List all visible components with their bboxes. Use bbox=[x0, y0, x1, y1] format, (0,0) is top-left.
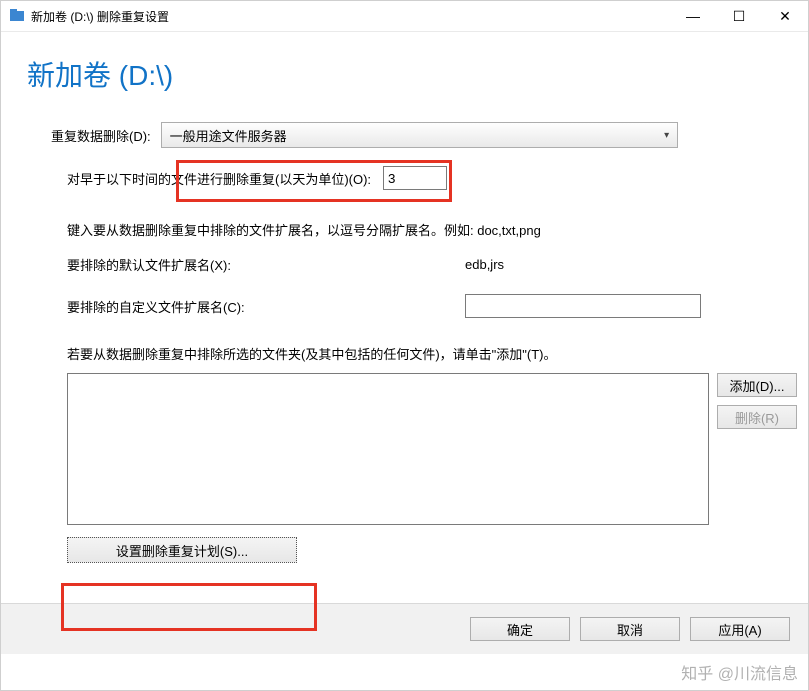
minimize-button[interactable]: — bbox=[670, 1, 716, 31]
default-ext-value: edb,jrs bbox=[465, 257, 504, 272]
maximize-button[interactable]: ☐ bbox=[716, 1, 762, 31]
remove-button: 删除(R) bbox=[717, 405, 797, 429]
cancel-button[interactable]: 取消 bbox=[580, 617, 680, 641]
extension-hint: 键入要从数据删除重复中排除的文件扩展名，以逗号分隔扩展名。例如: doc,txt… bbox=[67, 220, 808, 239]
watermark-text: 知乎 @川流信息 bbox=[681, 660, 798, 684]
schedule-button[interactable]: 设置删除重复计划(S)... bbox=[67, 537, 297, 563]
custom-ext-label: 要排除的自定义文件扩展名(C): bbox=[67, 297, 465, 316]
window-controls: — ☐ ✕ bbox=[670, 1, 808, 31]
titlebar: 新加卷 (D:\) 删除重复设置 — ☐ ✕ bbox=[1, 1, 808, 32]
highlight-annotation bbox=[61, 583, 317, 631]
window-title: 新加卷 (D:\) 删除重复设置 bbox=[31, 8, 670, 25]
add-button[interactable]: 添加(D)... bbox=[717, 373, 797, 397]
content-area: 新加卷 (D:\) 重复数据删除(D): 一般用途文件服务器 ▾ 对早于以下时间… bbox=[1, 32, 808, 690]
default-ext-row: 要排除的默认文件扩展名(X): edb,jrs bbox=[67, 255, 808, 274]
folder-hint: 若要从数据删除重复中排除所选的文件夹(及其中包括的任何文件)，请单击"添加"(T… bbox=[67, 344, 808, 363]
app-icon bbox=[9, 8, 25, 24]
dedup-label: 重复数据删除(D): bbox=[51, 126, 151, 145]
exclude-folder-area: 添加(D)... 删除(R) bbox=[67, 373, 808, 525]
list-side-buttons: 添加(D)... 删除(R) bbox=[717, 373, 797, 525]
default-ext-label: 要排除的默认文件扩展名(X): bbox=[67, 255, 465, 274]
custom-ext-input[interactable] bbox=[465, 294, 701, 318]
dedup-mode-dropdown[interactable]: 一般用途文件服务器 ▾ bbox=[161, 122, 678, 148]
chevron-down-icon: ▾ bbox=[657, 130, 677, 141]
custom-ext-row: 要排除的自定义文件扩展名(C): bbox=[67, 294, 808, 318]
apply-button[interactable]: 应用(A) bbox=[690, 617, 790, 641]
dropdown-value: 一般用途文件服务器 bbox=[162, 126, 657, 145]
page-title: 新加卷 (D:\) bbox=[27, 54, 808, 94]
dedup-mode-row: 重复数据删除(D): 一般用途文件服务器 ▾ bbox=[1, 122, 808, 148]
exclude-folder-listbox[interactable] bbox=[67, 373, 709, 525]
schedule-row: 设置删除重复计划(S)... bbox=[67, 537, 808, 563]
dialog-window: 新加卷 (D:\) 删除重复设置 — ☐ ✕ 新加卷 (D:\) 重复数据删除(… bbox=[0, 0, 809, 691]
ok-button[interactable]: 确定 bbox=[470, 617, 570, 641]
close-button[interactable]: ✕ bbox=[762, 1, 808, 31]
highlight-annotation bbox=[176, 160, 452, 202]
